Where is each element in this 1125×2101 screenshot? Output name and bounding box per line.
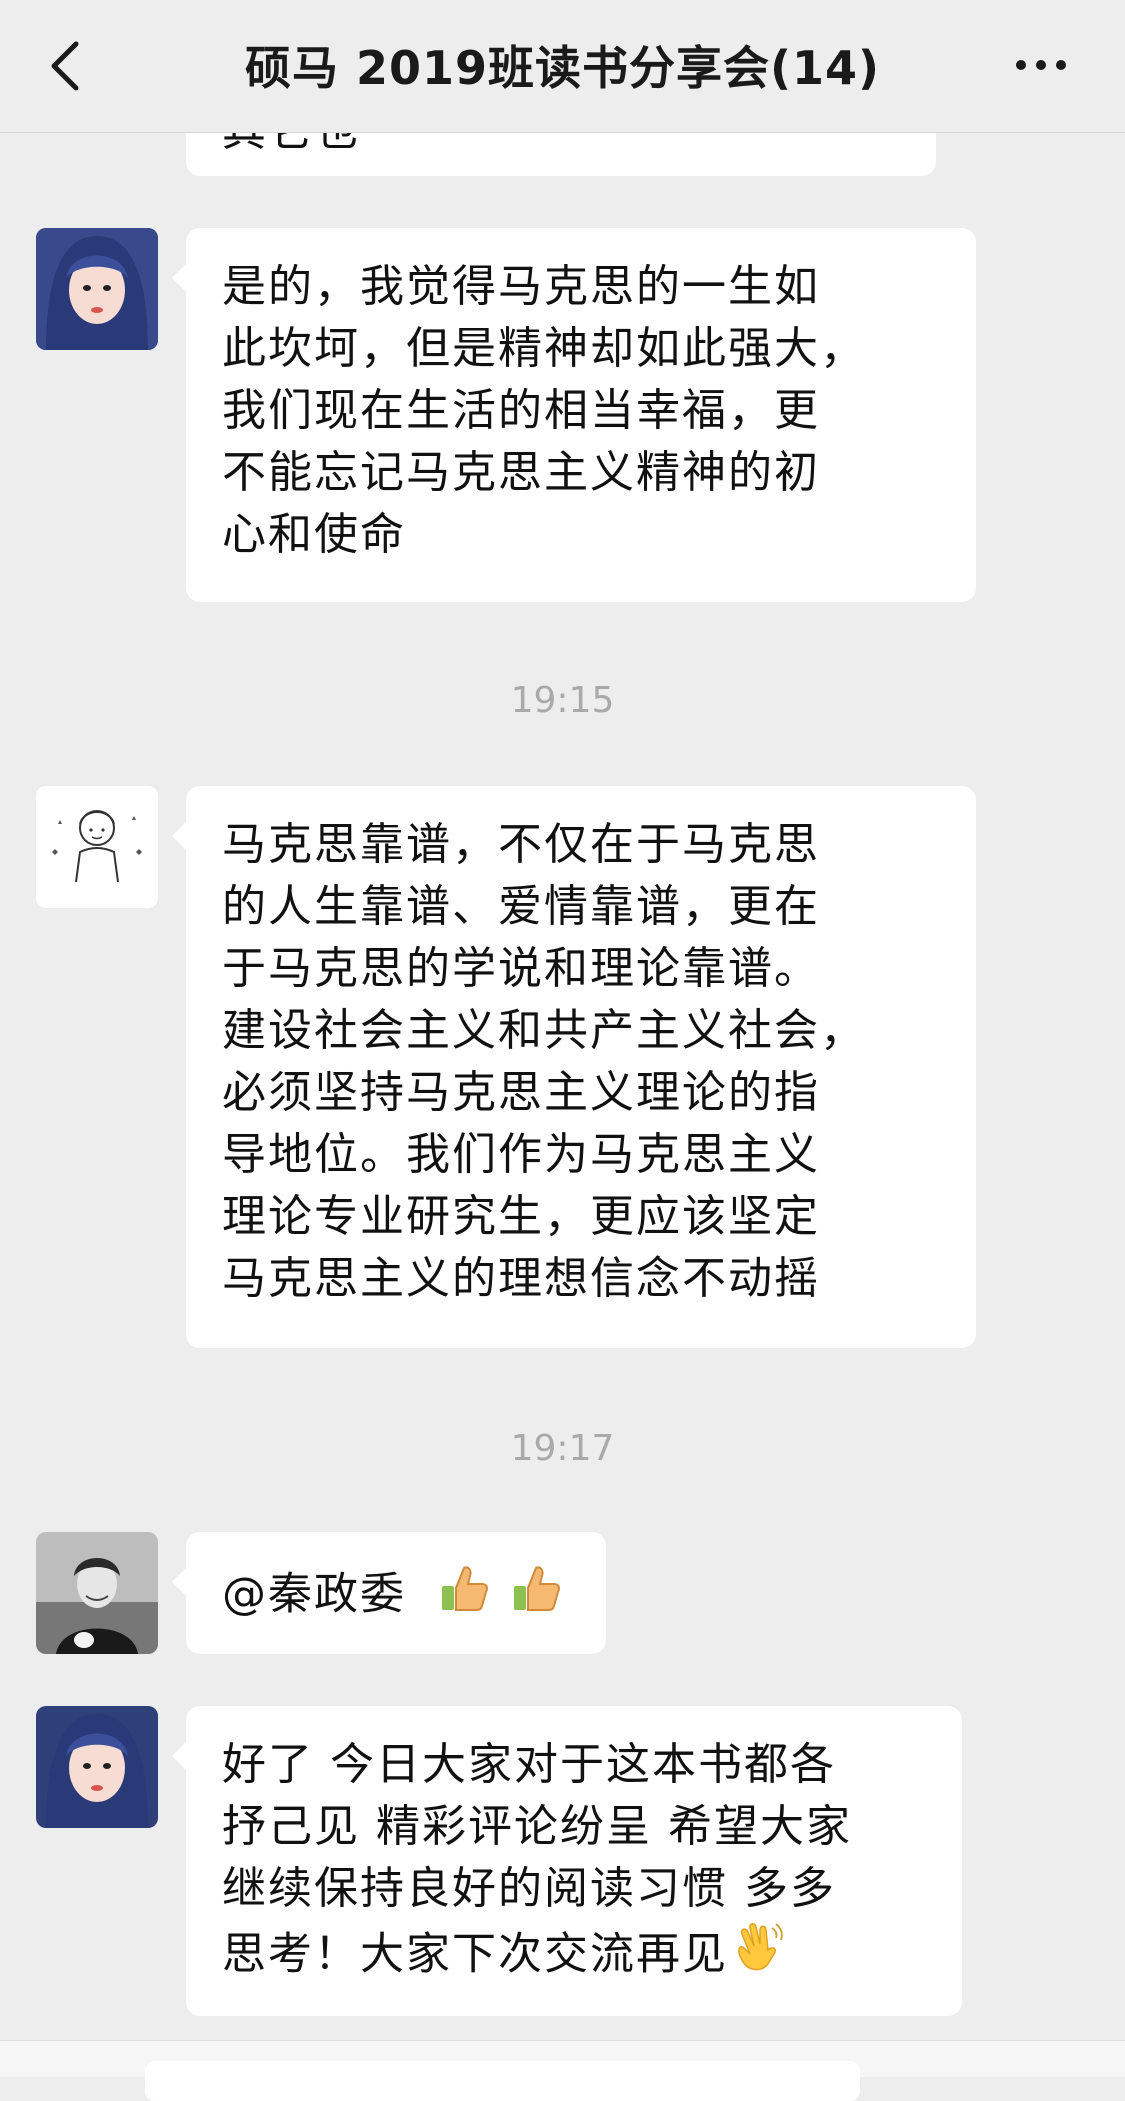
avatar[interactable]	[36, 786, 158, 908]
avatar[interactable]	[36, 228, 158, 350]
message-text-line: 好了 今日大家对于这本书都各	[222, 1739, 836, 1790]
message-bubble[interactable]: 是的，我觉得马克思的一生如 此坎坷，但是精神却如此强大， 我们现在生活的相当幸福…	[172, 228, 976, 602]
message-text-line: 抒己见 精彩评论纷呈 希望大家	[222, 1801, 852, 1852]
message-text-line: 导地位。我们作为马克思主义	[222, 1129, 820, 1180]
input-bar	[0, 2040, 1125, 2101]
message-text-line: 理论专业研究生，更应该坚定	[222, 1191, 820, 1242]
message-text: 思考！大家下次交流再见	[222, 1928, 728, 1980]
message-bubble[interactable]: @秦政委	[172, 1532, 606, 1654]
message-text-line: 思考！大家下次交流再见	[222, 1920, 926, 1993]
message-text-line: 我们现在生活的相当幸福，更	[222, 385, 820, 436]
message-text-line: 继续保持良好的阅读习惯 多多	[222, 1863, 836, 1914]
avatar[interactable]	[36, 1706, 158, 1828]
message-text-line: 此坎坷，但是精神却如此强大，	[222, 323, 866, 374]
message-text-line: 必须坚持马克思主义理论的指	[222, 1067, 820, 1118]
waving-hand-icon	[728, 1920, 784, 1993]
timestamp: 19:15	[510, 680, 615, 721]
message-text-line: 不能忘记马克思主义精神的初	[222, 447, 820, 498]
avatar-girl-blue-hair-image	[36, 228, 158, 350]
message-text-line: 马克思主义的理想信念不动摇	[222, 1253, 820, 1304]
message-text-line: 心和使命	[222, 509, 406, 560]
timestamp: 19:17	[510, 1428, 615, 1469]
mention-text[interactable]: @秦政委	[222, 1569, 406, 1620]
message-text-line: 于马克思的学说和理论靠谱。	[222, 943, 820, 994]
thumbs-up-icon	[436, 1560, 492, 1633]
avatar[interactable]	[36, 1532, 158, 1654]
chat-title: 硕马 2019班读书分享会(14)	[244, 41, 881, 95]
more-options-button[interactable]	[1005, 45, 1085, 85]
chat-messages-area[interactable]: 其它也 是的，我觉得马克思的一生如 此坎坷，但是精神却如此强大， 我们现在生活的…	[0, 0, 1125, 2076]
message-bubble[interactable]: 马克思靠谱，不仅在于马克思 的人生靠谱、爱情靠谱，更在 于马克思的学说和理论靠谱…	[172, 786, 976, 1348]
avatar-cartoon-boy-image	[36, 786, 158, 908]
message-text-line: 是的，我觉得马克思的一生如	[222, 261, 820, 312]
message-text-line: 的人生靠谱、爱情靠谱，更在	[222, 881, 820, 932]
message-text-line: 马克思靠谱，不仅在于马克思	[222, 819, 820, 870]
thumbs-up-icon	[508, 1560, 564, 1633]
message-input[interactable]	[145, 2061, 860, 2101]
message-bubble[interactable]: 好了 今日大家对于这本书都各 抒己见 精彩评论纷呈 希望大家 继续保持良好的阅读…	[172, 1706, 962, 2016]
more-dots-icon	[1016, 60, 1066, 70]
chat-header: 硕马 2019班读书分享会(14)	[0, 0, 1125, 133]
avatar-woman-bw-image	[36, 1532, 158, 1654]
avatar-girl-blue-hair-image	[36, 1706, 158, 1828]
message-text-line: 建设社会主义和共产主义社会，	[222, 1005, 866, 1056]
